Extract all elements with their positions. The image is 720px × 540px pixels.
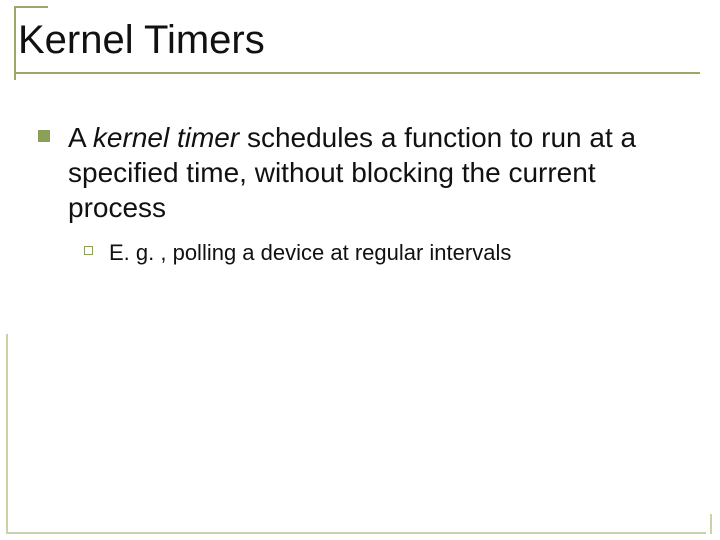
frame-bottom-left <box>6 334 706 534</box>
frame-bottom-right <box>710 514 712 534</box>
title-block: Kernel Timers <box>14 6 700 74</box>
bullet-l2-text: E. g. , polling a device at regular inte… <box>109 239 511 267</box>
bullet-level-2: E. g. , polling a device at regular inte… <box>84 239 690 267</box>
bullet-l1-text: A kernel timer schedules a function to r… <box>68 120 690 225</box>
bullet-l1-em: kernel timer <box>93 122 239 153</box>
body-area: A kernel timer schedules a function to r… <box>38 120 690 267</box>
square-bullet-icon <box>38 130 50 142</box>
square-outline-bullet-icon <box>84 246 93 255</box>
slide: Kernel Timers A kernel timer schedules a… <box>0 0 720 540</box>
slide-title: Kernel Timers <box>14 16 700 74</box>
bullet-level-1: A kernel timer schedules a function to r… <box>38 120 690 225</box>
bullet-l1-pre: A <box>68 122 93 153</box>
